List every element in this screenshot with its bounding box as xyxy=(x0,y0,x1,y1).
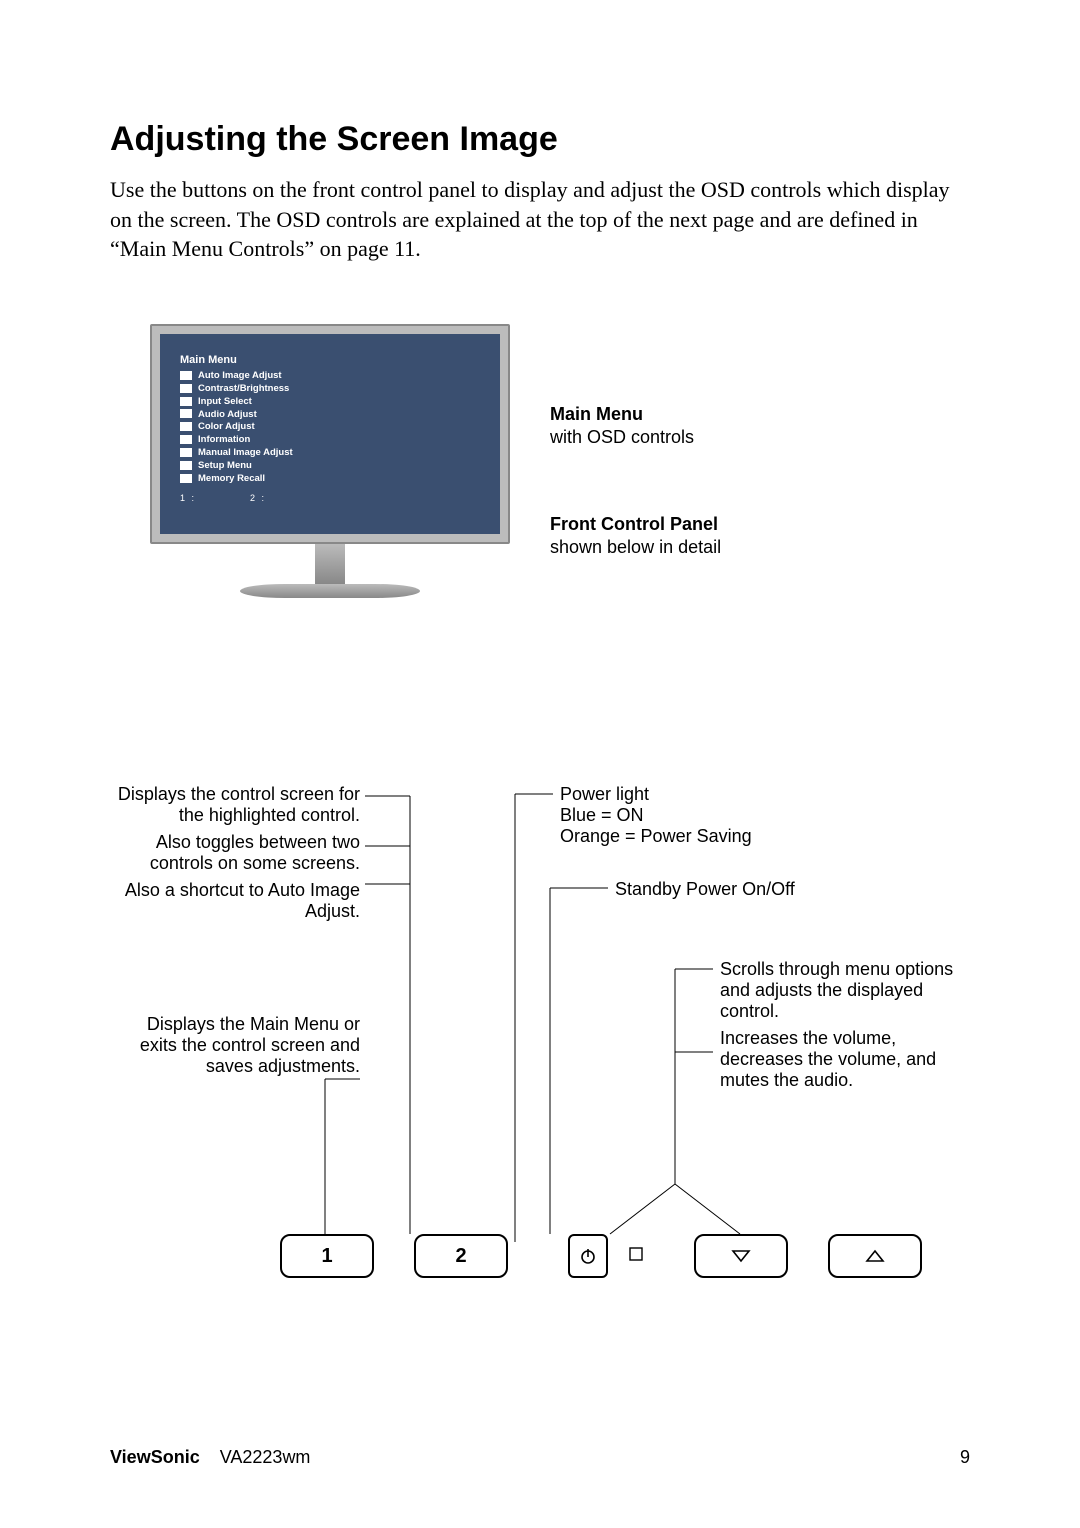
osd-item-icon xyxy=(180,422,192,431)
label-line: Orange = Power Saving xyxy=(560,826,752,847)
osd-item: Manual Image Adjust xyxy=(180,447,480,460)
osd-item-label: Input Select xyxy=(198,396,252,407)
button-2[interactable]: 2 xyxy=(414,1234,508,1278)
caption-sub: with OSD controls xyxy=(550,427,694,448)
osd-item-label: Setup Menu xyxy=(198,460,252,471)
label-line: Also a shortcut to Auto Image Adjust. xyxy=(110,880,360,922)
osd-item-icon xyxy=(180,461,192,470)
monitor-screen: Main Menu Auto Image Adjust Contrast/Bri… xyxy=(160,334,500,534)
caption-bold: Main Menu xyxy=(550,404,694,425)
osd-item-label: Memory Recall xyxy=(198,473,265,484)
chevron-down-icon xyxy=(731,1249,751,1263)
osd-title: Main Menu xyxy=(180,354,480,366)
power-icon xyxy=(579,1247,597,1265)
osd-item: Memory Recall xyxy=(180,473,480,486)
osd-item: Setup Menu xyxy=(180,460,480,473)
label-btn1: Displays the Main Menu or exits the cont… xyxy=(110,1014,360,1077)
monitor-stand-neck xyxy=(315,544,345,584)
square-icon xyxy=(629,1247,643,1261)
osd-footer: 1 : 2 : xyxy=(180,493,480,503)
label-line: Scrolls through menu options and adjusts… xyxy=(720,959,970,1022)
power-indicator xyxy=(618,1234,654,1274)
osd-item: Auto Image Adjust xyxy=(180,370,480,383)
osd-item-label: Contrast/Brightness xyxy=(198,383,289,394)
label-btn2: Displays the control screen for the high… xyxy=(110,784,360,922)
osd-item-label: Auto Image Adjust xyxy=(198,370,282,381)
label-arrows: Scrolls through menu options and adjusts… xyxy=(720,959,970,1091)
osd-item: Input Select xyxy=(180,396,480,409)
page-footer: ViewSonic VA2223wm 9 xyxy=(110,1447,970,1468)
footer-page-number: 9 xyxy=(960,1447,970,1468)
osd-item-label: Audio Adjust xyxy=(198,409,257,420)
osd-item: Audio Adjust xyxy=(180,409,480,422)
osd-item: Information xyxy=(180,434,480,447)
osd-item-label: Color Adjust xyxy=(198,421,255,432)
label-line: Standby Power On/Off xyxy=(615,879,795,900)
caption-main-menu: Main Menu with OSD controls xyxy=(550,404,694,448)
intro-paragraph: Use the buttons on the front control pan… xyxy=(110,175,970,264)
button-down[interactable] xyxy=(694,1234,788,1278)
footer-model: VA2223wm xyxy=(220,1447,311,1467)
control-panel-diagram: Displays the control screen for the high… xyxy=(110,784,970,1344)
label-line: Increases the volume, decreases the volu… xyxy=(720,1028,970,1091)
osd-item-icon xyxy=(180,397,192,406)
osd-menu-list: Auto Image Adjust Contrast/Brightness In… xyxy=(180,370,480,485)
osd-item-icon xyxy=(180,384,192,393)
osd-item-icon xyxy=(180,435,192,444)
button-up[interactable] xyxy=(828,1234,922,1278)
osd-footer-left: 1 : xyxy=(180,493,196,503)
monitor-frame: Main Menu Auto Image Adjust Contrast/Bri… xyxy=(150,324,510,544)
label-standby: Standby Power On/Off xyxy=(615,879,795,900)
osd-item: Color Adjust xyxy=(180,421,480,434)
osd-item-label: Information xyxy=(198,434,250,445)
monitor-illustration: Main Menu Auto Image Adjust Contrast/Bri… xyxy=(150,324,510,604)
chevron-up-icon xyxy=(865,1249,885,1263)
page-title: Adjusting the Screen Image xyxy=(110,120,970,159)
footer-brand: ViewSonic xyxy=(110,1447,200,1467)
caption-fcp: Front Control Panel shown below in detai… xyxy=(550,514,721,558)
osd-item-icon xyxy=(180,448,192,457)
monitor-stand-base xyxy=(240,584,420,598)
button-1[interactable]: 1 xyxy=(280,1234,374,1278)
label-line: Also toggles between two controls on som… xyxy=(110,832,360,874)
buttons-row: 1 2 xyxy=(280,1234,970,1278)
osd-item-icon xyxy=(180,474,192,483)
caption-bold: Front Control Panel xyxy=(550,514,721,535)
label-line: Blue = ON xyxy=(560,805,752,826)
osd-item-label: Manual Image Adjust xyxy=(198,447,293,458)
osd-footer-right: 2 : xyxy=(250,493,266,503)
osd-item: Contrast/Brightness xyxy=(180,383,480,396)
caption-sub: shown below in detail xyxy=(550,537,721,558)
label-line: Power light xyxy=(560,784,752,805)
label-line: Displays the control screen for the high… xyxy=(110,784,360,826)
label-power-light: Power light Blue = ON Orange = Power Sav… xyxy=(560,784,752,847)
footer-left: ViewSonic VA2223wm xyxy=(110,1447,310,1468)
label-line: Displays the Main Menu or exits the cont… xyxy=(110,1014,360,1077)
monitor-illustration-zone: Main Menu Auto Image Adjust Contrast/Bri… xyxy=(110,324,970,684)
osd-item-icon xyxy=(180,409,192,418)
button-power[interactable] xyxy=(568,1234,608,1278)
osd-item-icon xyxy=(180,371,192,380)
